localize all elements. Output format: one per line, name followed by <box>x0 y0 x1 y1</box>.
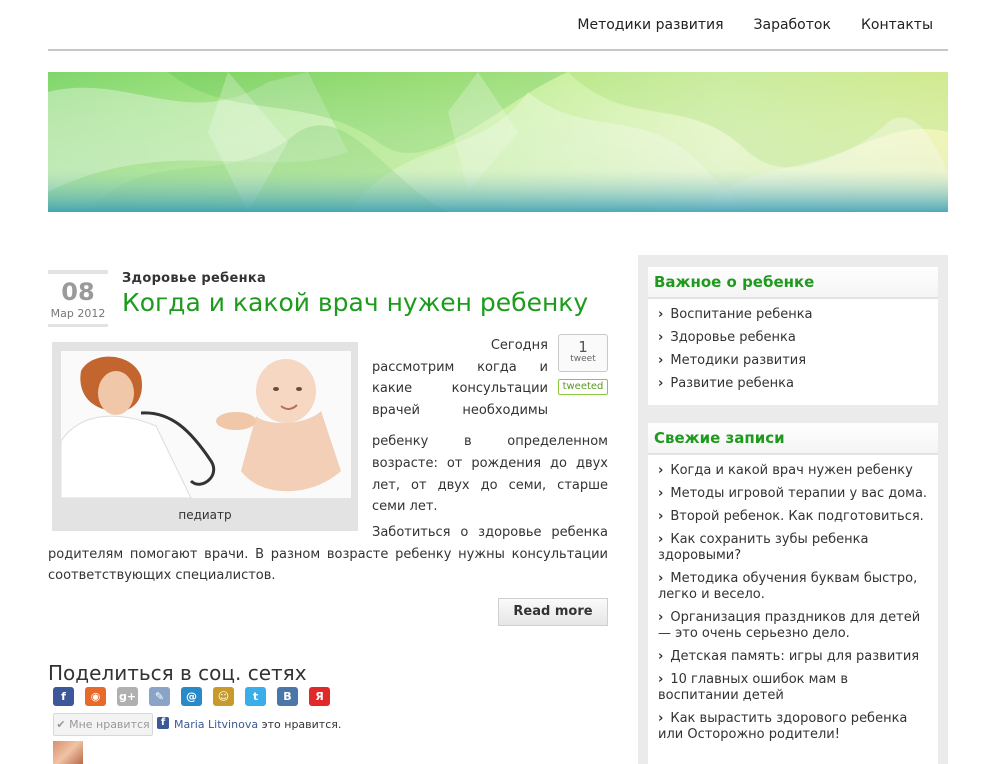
liker-name-link[interactable]: Maria Litvinova <box>174 718 258 731</box>
chat-icon[interactable]: ◉ <box>85 687 106 706</box>
chevron-right-icon: › <box>658 610 664 625</box>
sidebar: Важное о ребенке › Воспитание ребенка › Здо… <box>638 255 948 764</box>
tweet-counter-button[interactable]: 1 tweet <box>558 334 608 372</box>
important-link-item[interactable]: › Развитие ребенка <box>658 376 928 392</box>
chevron-right-icon: › <box>658 711 664 726</box>
post-date-month: Мар 2012 <box>50 307 106 320</box>
post-figure: педиатр <box>52 342 358 531</box>
recent-post-link-item-label: Как вырастить здорового ребенка или Осто… <box>658 711 908 742</box>
widget-important-list: › Воспитание ребенка › Здоровье ребенка › Мет… <box>648 299 938 405</box>
chevron-right-icon: › <box>658 571 664 586</box>
nav-link-contacts[interactable]: Контакты <box>861 17 933 33</box>
important-link-item-label: Развитие ребенка <box>670 376 794 391</box>
chevron-right-icon: › <box>658 509 664 524</box>
header-divider <box>48 49 948 51</box>
pediatrician-photo <box>61 351 351 498</box>
recent-post-link-item[interactable]: › Детская память: игры для развития <box>658 649 928 665</box>
important-link-item[interactable]: › Методики развития <box>658 353 928 369</box>
avatar[interactable] <box>53 741 83 764</box>
yandex-icon[interactable]: Я <box>309 687 330 706</box>
widget-recent-list: › Когда и какой врач нужен ребенку › Методы… <box>648 455 938 756</box>
intro-line-2: рассмотрим когда и <box>372 359 548 375</box>
recent-post-link-item-label: Организация праздников для детей — это о… <box>658 610 921 641</box>
chevron-right-icon: › <box>658 486 664 501</box>
figure-caption: педиатр <box>178 508 232 522</box>
chevron-right-icon: › <box>658 649 664 664</box>
facebook-icon[interactable]: f <box>53 687 74 706</box>
important-link-item-label: Здоровье ребенка <box>670 330 796 345</box>
recent-post-link-item-label: Второй ребенок. Как подготовиться. <box>670 509 924 524</box>
blog-icon[interactable]: ✎ <box>149 687 170 706</box>
tweeted-badge[interactable]: tweeted <box>558 379 608 395</box>
chevron-right-icon: › <box>658 463 664 478</box>
recent-post-link-item[interactable]: › Методы игровой терапии у вас дома. <box>658 486 928 502</box>
odnoklassniki-icon[interactable]: ☺ <box>213 687 234 706</box>
mail-icon[interactable]: @ <box>181 687 202 706</box>
intro-line-3: какие консультации <box>372 381 548 397</box>
widget-recent: Свежие записи › Когда и какой врач нужен … <box>648 423 938 764</box>
post-intro-text: Сегодня рассмотрим когда и какие консуль… <box>372 335 548 422</box>
post-intro-text-continued: ребенку в определенном возрасте: от рожд… <box>372 434 608 518</box>
recent-post-link-item[interactable]: › Второй ребенок. Как подготовиться. <box>658 509 928 525</box>
like-button[interactable]: ✔ Мне нравится <box>53 713 153 736</box>
like-suffix: это нравится. <box>258 718 342 731</box>
share-icons: f ◉ g+ ✎ @ ☺ t В Я <box>53 687 330 706</box>
important-link-item[interactable]: › Воспитание ребенка <box>658 307 928 323</box>
important-link-item[interactable]: › Здоровье ребенка <box>658 330 928 346</box>
chevron-right-icon: › <box>658 672 664 687</box>
recent-post-link-item-label: Методика обучения буквам быстро, легко и… <box>658 571 918 602</box>
tweet-label: tweet <box>570 354 596 364</box>
like-text: Maria Litvinova это нравится. <box>174 718 341 731</box>
intro-line-1: Сегодня <box>490 338 548 353</box>
important-link-item-label: Воспитание ребенка <box>670 307 813 322</box>
post-date: 08 Мар 2012 <box>48 270 108 327</box>
widget-important: Важное о ребенке › Воспитание ребенка › Здо… <box>648 267 938 405</box>
vkontakte-icon[interactable]: В <box>277 687 298 706</box>
important-link-item-label: Методики развития <box>670 353 807 368</box>
widget-recent-title: Свежие записи <box>648 423 938 455</box>
recent-post-link-item-label: Когда и какой врач нужен ребенку <box>670 463 913 478</box>
facebook-small-icon: f <box>157 717 169 729</box>
twitter-icon[interactable]: t <box>245 687 266 706</box>
share-title: Поделиться в соц. сетях <box>48 661 307 685</box>
intro-line-5: ребенку в определенном <box>372 434 608 450</box>
google-plus-icon[interactable]: g+ <box>117 687 138 706</box>
recent-post-link-item[interactable]: › Как сохранить зубы ребенка здоровыми? <box>658 532 928 564</box>
recent-post-link-item[interactable]: › Когда и какой врач нужен ребенку <box>658 463 928 479</box>
recent-post-link-item-label: Методы игровой терапии у вас дома. <box>670 486 928 501</box>
post-date-day: 08 <box>61 278 95 306</box>
recent-post-link-item[interactable]: › Как вырастить здорового ребенка или Ост… <box>658 711 928 743</box>
post-category-link[interactable]: Здоровье ребенка <box>122 271 266 286</box>
intro-line-4: врачей необходимы <box>372 403 548 419</box>
recent-post-link-item-label: Как сохранить зубы ребенка здоровыми? <box>658 532 869 563</box>
recent-post-link-item[interactable]: › 10 главных ошибок мам в воспитании дете… <box>658 672 928 704</box>
nav-link-earnings[interactable]: Заработок <box>754 17 831 33</box>
post-second-paragraph: Заботиться о здоровье ребенка родителям … <box>48 525 608 584</box>
read-more-button[interactable]: Read more <box>498 598 608 626</box>
nav-link-methods[interactable]: Методики развития <box>577 17 723 33</box>
chevron-right-icon: › <box>658 376 664 391</box>
recent-post-link-item-label: 10 главных ошибок мам в воспитании детей <box>658 672 849 703</box>
post-title[interactable]: Когда и какой врач нужен ребенку <box>122 288 588 317</box>
chevron-right-icon: › <box>658 532 664 547</box>
header-banner <box>48 72 948 212</box>
chevron-right-icon: › <box>658 307 664 322</box>
recent-post-link-item-label: Детская память: игры для развития <box>670 649 920 664</box>
top-navigation: Методики развития Заработок Контакты <box>577 17 933 33</box>
recent-post-link-item[interactable]: › Методика обучения буквам быстро, легко … <box>658 571 928 603</box>
intro-rest: возрасте: от рождения до двух лет, от дв… <box>372 456 608 515</box>
recent-post-link-item[interactable]: › Организация праздников для детей — это … <box>658 610 928 642</box>
chevron-right-icon: › <box>658 330 664 345</box>
widget-important-title: Важное о ребенке <box>648 267 938 299</box>
chevron-right-icon: › <box>658 353 664 368</box>
